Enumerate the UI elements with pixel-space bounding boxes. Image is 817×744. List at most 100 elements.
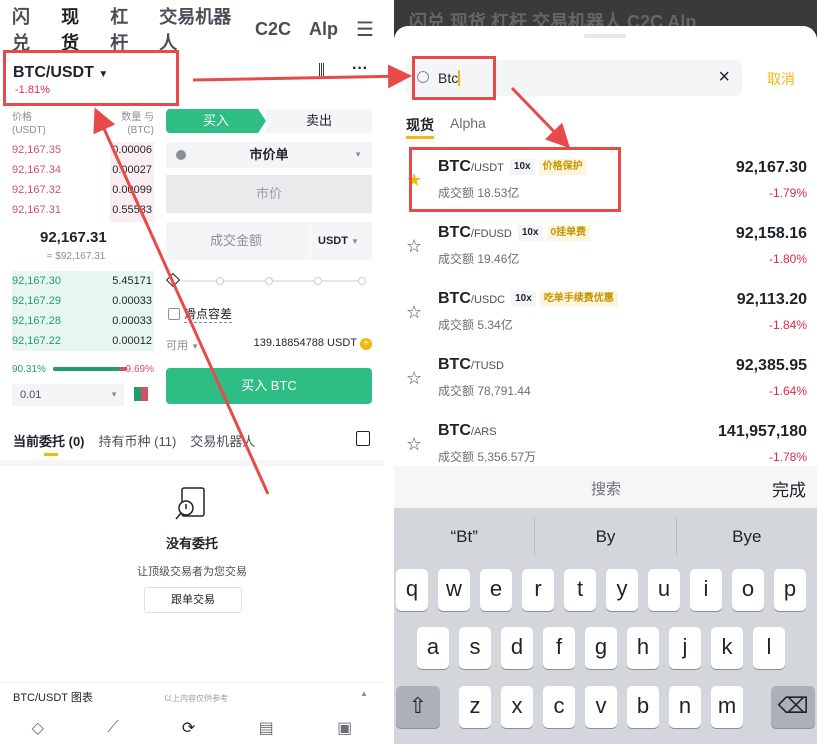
copy-trading-button[interactable]: 跟单交易 <box>144 587 242 613</box>
star-outline-icon[interactable]: ☆ <box>406 302 422 323</box>
star-outline-icon[interactable]: ☆ <box>406 368 422 389</box>
candlestick-icon[interactable]: ⫼ <box>318 62 325 79</box>
cancel-button[interactable]: 取消 <box>767 69 795 89</box>
slider-stop[interactable] <box>216 277 224 285</box>
key[interactable]: l <box>753 627 785 669</box>
bid-row[interactable]: 92,167.22 0.00012 <box>12 331 152 351</box>
tab-spot[interactable]: 现货 <box>406 115 434 135</box>
key[interactable]: i <box>690 569 722 611</box>
bid-qty: 0.00033 <box>112 295 152 307</box>
key[interactable]: d <box>501 627 533 669</box>
result-row[interactable]: ☆ BTC/TUSD 成交额 78,791.44 92,385.95 -1.64… <box>394 350 817 416</box>
nav-c2c[interactable]: C2C <box>255 19 291 40</box>
key[interactable]: p <box>774 569 806 611</box>
slider-knob[interactable] <box>165 272 181 288</box>
key[interactable]: k <box>711 627 743 669</box>
change: -1.64% <box>768 384 807 398</box>
star-outline-icon[interactable]: ☆ <box>406 236 422 257</box>
key[interactable]: x <box>501 686 533 728</box>
key[interactable]: a <box>417 627 449 669</box>
shift-key-icon[interactable]: ⇧ <box>396 686 440 728</box>
tab-buy[interactable]: 买入 <box>166 109 266 133</box>
slider-stop[interactable] <box>265 277 273 285</box>
tab-sell[interactable]: 卖出 <box>266 109 372 133</box>
ask-row[interactable]: 92,167.32 0.00099 <box>12 180 152 200</box>
home-icon[interactable]: ◇ <box>32 718 44 738</box>
slider-stop[interactable] <box>358 277 366 285</box>
keyboard-done-button[interactable]: 完成 <box>772 476 806 501</box>
key[interactable]: q <box>396 569 428 611</box>
key[interactable]: r <box>522 569 554 611</box>
key[interactable]: c <box>543 686 575 728</box>
more-icon[interactable]: ··· <box>352 60 368 78</box>
nav-alpha[interactable]: Alp <box>309 19 338 40</box>
star-outline-icon[interactable]: ☆ <box>406 434 422 455</box>
hamburger-icon[interactable]: ☰ <box>356 17 374 42</box>
nav-spot[interactable]: 现货 <box>61 3 92 55</box>
key[interactable]: o <box>732 569 764 611</box>
info-icon[interactable] <box>176 150 186 160</box>
amount-unit-select[interactable]: USDT ▼ <box>310 222 372 260</box>
ask-qty: 0.00099 <box>112 184 152 196</box>
amount-slider[interactable] <box>165 272 366 288</box>
order-history-icon[interactable] <box>356 431 370 446</box>
backspace-key-icon[interactable]: ⌫ <box>771 686 815 728</box>
bid-row[interactable]: 92,167.28 0.00033 <box>12 311 152 331</box>
nav-convert[interactable]: 闪兑 <box>12 3 43 55</box>
key[interactable]: y <box>606 569 638 611</box>
key[interactable]: w <box>438 569 470 611</box>
slider-stop[interactable] <box>314 277 322 285</box>
ask-row[interactable]: 92,167.35 0.00006 <box>12 140 152 160</box>
key[interactable]: u <box>648 569 680 611</box>
orderbook-layout-icon[interactable] <box>133 386 149 402</box>
key[interactable]: s <box>459 627 491 669</box>
grab-handle[interactable] <box>584 34 626 38</box>
key[interactable]: f <box>543 627 575 669</box>
key[interactable]: h <box>627 627 659 669</box>
result-row[interactable]: ☆ BTC/ARS 成交额 5,356.57万 141,957,180 -1.7… <box>394 416 817 466</box>
clear-icon[interactable]: × <box>718 66 730 89</box>
key[interactable]: j <box>669 627 701 669</box>
chart-bar[interactable]: BTC/USDT 图表 以上内容仅供参考 ▲ <box>0 682 384 710</box>
keyboard-search-label[interactable]: 搜索 <box>591 478 621 499</box>
key[interactable]: n <box>669 686 701 728</box>
buy-btc-button[interactable]: 买入 BTC <box>166 368 372 404</box>
suggestion[interactable]: Bye <box>677 518 817 556</box>
key[interactable]: m <box>711 686 743 728</box>
tab-bots[interactable]: 交易机器人 <box>190 431 255 450</box>
price-input[interactable]: 市价 <box>166 175 372 213</box>
key[interactable]: t <box>564 569 596 611</box>
price-step-select[interactable]: 0.01 ▼ <box>12 384 124 406</box>
result-row[interactable]: ☆ BTC/USDC 10x 吃单手续费优惠 成交额 5.34亿 92,113.20… <box>394 284 817 350</box>
bid-row[interactable]: 92,167.29 0.00033 <box>12 291 152 311</box>
caret-up-icon[interactable]: ▲ <box>360 689 368 698</box>
result-row[interactable]: ☆ BTC/FDUSD 10x 0挂单费 成交额 19.46亿 92,158.16 … <box>394 218 817 284</box>
checkbox[interactable] <box>168 308 180 320</box>
key[interactable]: z <box>459 686 491 728</box>
annotation-box-search <box>412 56 496 100</box>
bid-row[interactable]: 92,167.30 5.45171 <box>12 271 152 291</box>
key[interactable]: e <box>480 569 512 611</box>
plus-icon[interactable]: + <box>360 338 372 350</box>
suggestion[interactable]: By <box>535 518 677 556</box>
slippage-toggle[interactable]: 滑点容差 <box>168 305 233 323</box>
suggestion[interactable]: “Bt” <box>394 518 536 556</box>
amount-input[interactable]: 成交金额 USDT ▼ <box>166 222 372 260</box>
ask-row[interactable]: 92,167.31 0.55533 <box>12 200 152 220</box>
annotation-box-result <box>409 147 621 212</box>
key[interactable]: v <box>585 686 617 728</box>
trade-icon[interactable]: ⟳ <box>182 718 195 738</box>
tab-open-orders[interactable]: 当前委托 (0) <box>13 431 85 450</box>
nav-trading-bots[interactable]: 交易机器人 <box>159 3 237 55</box>
tab-alpha[interactable]: Alpha <box>450 115 486 135</box>
tab-holdings[interactable]: 持有币种 (11) <box>99 431 177 450</box>
markets-icon[interactable]: ⟋ <box>107 719 118 737</box>
ask-row[interactable]: 92,167.34 0.00027 <box>12 160 152 180</box>
wallet-icon[interactable]: ▣ <box>337 718 352 738</box>
nav-margin[interactable]: 杠杆 <box>110 3 141 55</box>
bid-price: 92,167.29 <box>12 295 61 307</box>
futures-icon[interactable]: ▤ <box>259 718 274 738</box>
order-type-select[interactable]: 市价单 ▼ <box>166 142 372 168</box>
key[interactable]: g <box>585 627 617 669</box>
key[interactable]: b <box>627 686 659 728</box>
